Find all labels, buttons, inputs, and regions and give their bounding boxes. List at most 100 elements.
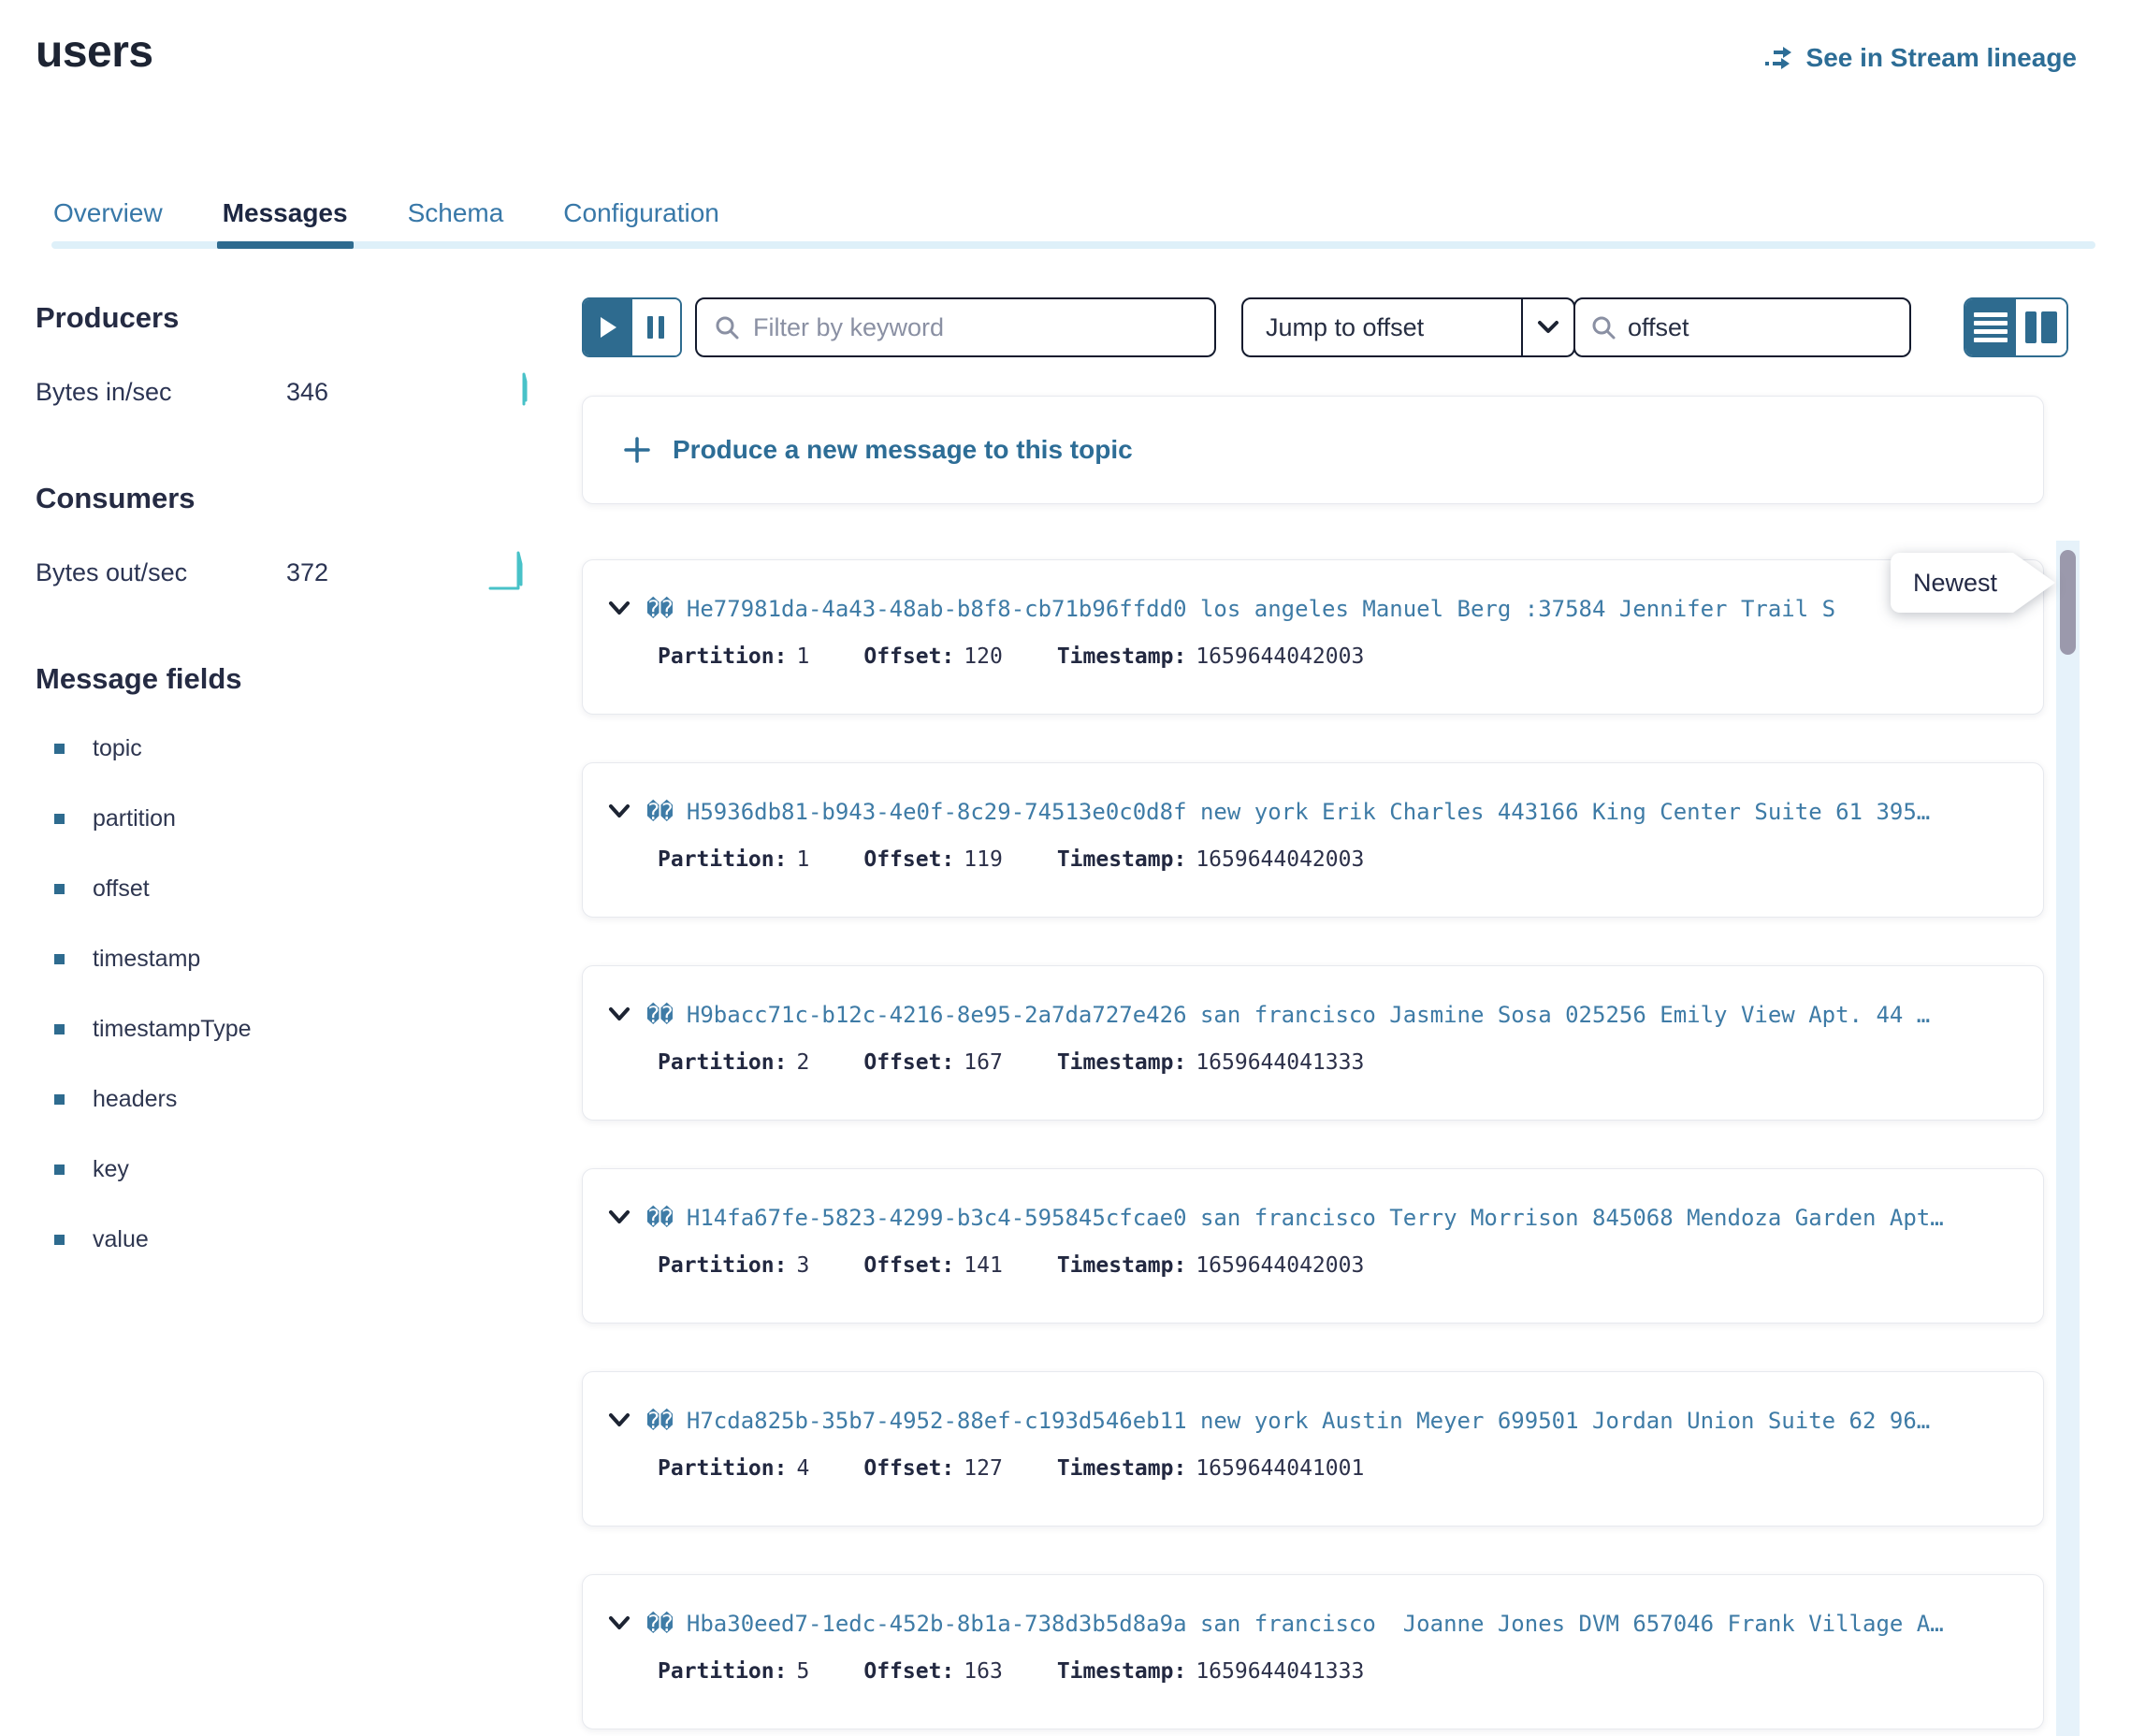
message-fields-list: topic partition offset timestamp: [36, 735, 531, 1253]
timestamp-value: 1659644041333: [1196, 1050, 1364, 1075]
offset-value: 120: [964, 644, 1003, 669]
offset-label: Offset:: [863, 1456, 954, 1481]
message-field-item[interactable]: offset: [36, 875, 531, 903]
timestamp-value: 1659644042003: [1196, 1253, 1364, 1278]
partition-value: 3: [796, 1253, 809, 1278]
message-row[interactable]: �� H5936db81-b943-4e0f-8c29-74513e0c0d8f…: [582, 762, 2044, 918]
message-field-label: headers: [93, 1086, 177, 1113]
timestamp-label: Timestamp:: [1057, 1253, 1186, 1278]
message-field-item[interactable]: topic: [36, 735, 531, 762]
timestamp-label: Timestamp:: [1057, 847, 1186, 872]
bytes-out-sparkline: [488, 543, 531, 602]
search-icon: [714, 314, 740, 340]
expand-chevron-icon[interactable]: [605, 1613, 633, 1634]
offset-search-input[interactable]: [1628, 313, 1959, 342]
bytes-in-sparkline: [503, 363, 531, 422]
message-field-item[interactable]: headers: [36, 1086, 531, 1113]
field-bullet-icon: [54, 744, 65, 754]
page-title: users: [36, 26, 153, 78]
message-field-item[interactable]: timestampType: [36, 1016, 531, 1043]
tab-overview[interactable]: Overview: [53, 198, 163, 249]
topic-messages-page: users See in Stream lineage Overview Mes…: [0, 0, 2131, 1736]
partition-label: Partition:: [658, 847, 787, 872]
offset-value: 127: [964, 1456, 1003, 1481]
message-meta-line: Partition: 1 Offset: 120 Timestamp: 1659…: [658, 644, 2019, 669]
timestamp-value: 1659644041001: [1196, 1456, 1364, 1481]
message-summary-line: �� Hba30eed7-1edc-452b-8b1a-738d3b5d8a9a…: [605, 1611, 2019, 1637]
timestamp-value: 1659644042003: [1196, 644, 1364, 669]
partition-label: Partition:: [658, 1659, 787, 1684]
expand-chevron-icon[interactable]: [605, 1208, 633, 1228]
message-field-label: offset: [93, 875, 150, 903]
jump-to-offset-label: Jump to offset: [1243, 299, 1521, 355]
list-view-button[interactable]: [1965, 299, 2016, 355]
field-bullet-icon: [54, 954, 65, 964]
offset-value: 167: [964, 1050, 1003, 1075]
message-row[interactable]: �� Hba30eed7-1edc-452b-8b1a-738d3b5d8a9a…: [582, 1574, 2044, 1729]
produce-message-button[interactable]: Produce a new message to this topic: [582, 396, 2044, 504]
bytes-in-value: 346: [286, 378, 483, 407]
expand-chevron-icon[interactable]: [605, 802, 633, 822]
message-summary-line: �� H9bacc71c-b12c-4216-8e95-2a7da727e426…: [605, 1002, 2019, 1028]
messages-toolbar: Jump to offset: [582, 297, 2068, 357]
message-summary-line: �� He77981da-4a43-48ab-b8f8-cb71b96ffdd0…: [605, 596, 2019, 622]
scrollbar-thumb[interactable]: [2060, 550, 2076, 655]
sidebar: Producers Bytes in/sec 346 Consumers Byt…: [36, 301, 531, 1296]
column-view-icon: [2025, 311, 2057, 343]
column-view-button[interactable]: [2016, 299, 2066, 355]
timestamp-label: Timestamp:: [1057, 1659, 1186, 1684]
bytes-in-label: Bytes in/sec: [36, 378, 286, 407]
play-button[interactable]: [584, 299, 632, 355]
view-mode-toggle: [1964, 297, 2068, 357]
field-bullet-icon: [54, 814, 65, 824]
message-key-glyph: ��: [646, 596, 674, 622]
message-field-label: value: [93, 1226, 149, 1253]
message-summary-line: �� H5936db81-b943-4e0f-8c29-74513e0c0d8f…: [605, 799, 2019, 825]
filter-keyword-box: [695, 297, 1216, 357]
timestamp-value: 1659644042003: [1196, 847, 1364, 872]
list-view-icon: [1974, 309, 2008, 346]
message-meta-line: Partition: 3 Offset: 141 Timestamp: 1659…: [658, 1253, 2019, 1278]
expand-chevron-icon[interactable]: [605, 1410, 633, 1431]
stream-lineage-link[interactable]: See in Stream lineage: [1763, 43, 2077, 73]
tab-messages[interactable]: Messages: [223, 198, 348, 249]
message-preview-text: He77981da-4a43-48ab-b8f8-cb71b96ffdd0 lo…: [687, 596, 2019, 622]
scrollbar-track[interactable]: [2056, 541, 2080, 1736]
message-preview-text: H9bacc71c-b12c-4216-8e95-2a7da727e426 sa…: [687, 1002, 2019, 1028]
timestamp-label: Timestamp:: [1057, 1456, 1186, 1481]
message-meta-line: Partition: 5 Offset: 163 Timestamp: 1659…: [658, 1659, 2019, 1684]
timestamp-label: Timestamp:: [1057, 644, 1186, 669]
message-preview-text: H7cda825b-35b7-4952-88ef-c193d546eb11 ne…: [687, 1408, 2019, 1434]
message-row[interactable]: �� H9bacc71c-b12c-4216-8e95-2a7da727e426…: [582, 965, 2044, 1121]
message-key-glyph: ��: [646, 1408, 674, 1434]
jump-to-offset-select[interactable]: Jump to offset: [1241, 297, 1575, 357]
message-field-item[interactable]: timestamp: [36, 946, 531, 973]
message-field-item[interactable]: partition: [36, 805, 531, 832]
tab-configuration[interactable]: Configuration: [563, 198, 719, 249]
offset-value: 141: [964, 1253, 1003, 1278]
expand-chevron-icon[interactable]: [605, 599, 633, 619]
pause-button[interactable]: [632, 299, 681, 355]
message-field-label: topic: [93, 735, 142, 762]
offset-search-box: [1573, 297, 1911, 357]
message-summary-line: �� H14fa67fe-5823-4299-b3c4-595845cfcae0…: [605, 1205, 2019, 1231]
producers-heading: Producers: [36, 301, 531, 335]
message-key-glyph: ��: [646, 1611, 674, 1637]
expand-chevron-icon[interactable]: [605, 1005, 633, 1025]
offset-value: 119: [964, 847, 1003, 872]
message-row[interactable]: �� H14fa67fe-5823-4299-b3c4-595845cfcae0…: [582, 1168, 2044, 1324]
message-field-item[interactable]: value: [36, 1226, 531, 1253]
message-row[interactable]: �� H7cda825b-35b7-4952-88ef-c193d546eb11…: [582, 1371, 2044, 1526]
partition-label: Partition:: [658, 1456, 787, 1481]
message-row[interactable]: �� He77981da-4a43-48ab-b8f8-cb71b96ffdd0…: [582, 559, 2044, 715]
produce-message-label: Produce a new message to this topic: [673, 435, 1133, 465]
filter-keyword-input[interactable]: [753, 313, 1197, 342]
timestamp-label: Timestamp:: [1057, 1050, 1186, 1075]
message-field-label: timestampType: [93, 1016, 252, 1043]
offset-label: Offset:: [863, 644, 954, 669]
tab-schema[interactable]: Schema: [408, 198, 504, 249]
message-list: �� He77981da-4a43-48ab-b8f8-cb71b96ffdd0…: [582, 559, 2044, 1736]
bytes-out-metric: Bytes out/sec 372: [36, 543, 531, 602]
offset-value: 163: [964, 1659, 1003, 1684]
message-field-item[interactable]: key: [36, 1156, 531, 1183]
